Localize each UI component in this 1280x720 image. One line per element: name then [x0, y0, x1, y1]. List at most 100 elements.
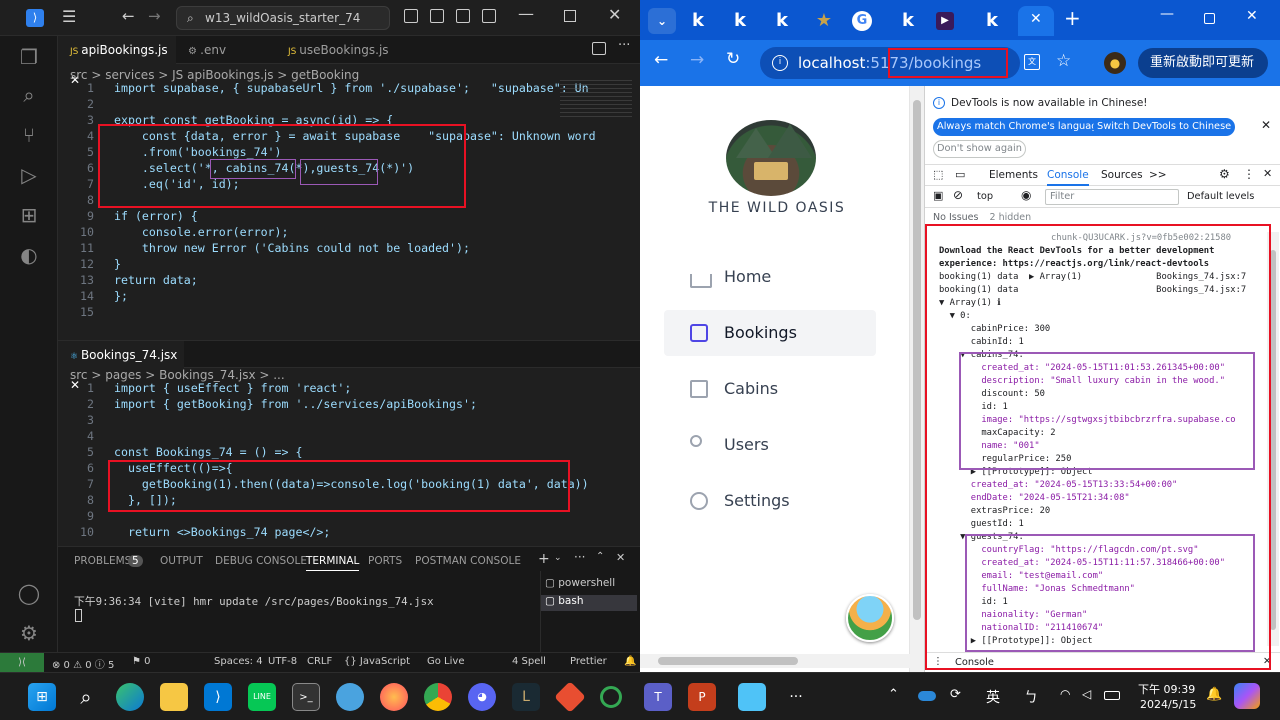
filter-input[interactable]: Filter — [1045, 189, 1179, 205]
search-icon[interactable]: ⌕ — [72, 683, 100, 711]
copilot-icon[interactable] — [1234, 683, 1260, 709]
new-tab-button[interactable]: + — [1064, 6, 1081, 30]
back-arrow-icon[interactable]: ← — [654, 50, 668, 70]
account-icon[interactable]: ◯ — [16, 580, 42, 606]
code-line[interactable]: return data; — [114, 272, 198, 288]
notification-bell-icon[interactable]: 🔔 — [1206, 687, 1222, 702]
site-info-icon[interactable]: i — [772, 55, 788, 71]
wifi-icon[interactable]: ◠ — [1060, 687, 1070, 701]
code-line[interactable]: } — [114, 256, 121, 272]
more-apps-icon[interactable]: ··· — [782, 683, 810, 711]
extensions-icon[interactable]: ⊞ — [16, 202, 42, 228]
tray-app-icon[interactable]: ⟳ — [950, 687, 961, 702]
dont-show-button[interactable]: Don't show again — [933, 140, 1026, 158]
more-tabs[interactable]: >> — [1149, 169, 1167, 181]
problems-status[interactable]: ⊗ 0 ⚠ 0 ⓘ 5 — [52, 656, 114, 671]
maximize-button[interactable] — [1204, 13, 1215, 24]
ime-mode[interactable]: ㄅ — [1024, 687, 1038, 707]
edge-icon[interactable] — [116, 683, 144, 711]
tab-terminal[interactable]: TERMINAL — [306, 555, 360, 571]
tab-search-icon[interactable]: ⌄ — [648, 8, 676, 34]
page-scrollbar[interactable] — [910, 86, 924, 672]
more-vert-icon[interactable]: ⋮ — [1243, 167, 1255, 181]
search-icon[interactable]: ⌕ — [16, 82, 42, 108]
browser-tab[interactable]: k — [684, 8, 712, 34]
nav-bookings[interactable]: Bookings — [664, 310, 876, 356]
hidden-count[interactable]: 2 hidden — [990, 212, 1032, 223]
ports-status[interactable]: ⚑ 0 — [132, 656, 151, 667]
layout-sidebar-icon[interactable] — [404, 9, 418, 23]
match-language-button[interactable]: Always match Chrome's language — [933, 118, 1108, 136]
browser-tab[interactable]: k — [726, 8, 754, 34]
terminal-item-bash[interactable]: ▢ bash — [541, 595, 637, 611]
browser-tab[interactable]: k — [894, 8, 922, 34]
close-icon[interactable]: ✕ — [1030, 11, 1042, 27]
nav-home[interactable]: Home — [664, 254, 876, 300]
settings-gear-icon[interactable]: ⚙ — [1219, 167, 1230, 181]
code-line[interactable]: import { getBooking} from '../services/a… — [114, 396, 477, 412]
code-line[interactable]: }; — [114, 288, 128, 304]
update-button[interactable]: 重新啟動即可更新 ⋮ — [1138, 48, 1268, 100]
explorer-icon[interactable]: ❐ — [16, 44, 42, 70]
chevron-down-icon[interactable]: ⌄ — [554, 553, 562, 563]
code-line[interactable]: const Bookings_74 = () => { — [114, 444, 302, 460]
indentation-status[interactable]: Spaces: 4 — [214, 656, 263, 667]
minimize-button[interactable]: — — [518, 4, 534, 23]
bookmark-star-icon[interactable]: ☆ — [1056, 51, 1071, 71]
browser-tab[interactable]: k — [978, 8, 1006, 34]
tab-postman-console[interactable]: POSTMAN CONSOLE — [415, 555, 521, 567]
league-icon[interactable]: L — [512, 683, 540, 711]
switch-language-button[interactable]: Switch DevTools to Chinese — [1093, 118, 1236, 136]
tab-usebookings[interactable]: JS useBookings.js — [276, 36, 396, 64]
encoding-status[interactable]: UTF-8 — [268, 656, 297, 667]
notifications-icon[interactable]: 🔔 — [624, 656, 636, 667]
tab-env[interactable]: ⚙ .env — [176, 36, 276, 64]
battery-icon[interactable] — [1104, 691, 1120, 700]
more-actions-icon[interactable]: ··· — [574, 550, 585, 564]
tab-console[interactable]: Console — [1047, 169, 1089, 186]
split-editor-icon[interactable] — [592, 42, 606, 55]
nav-cabins[interactable]: Cabins — [664, 366, 876, 412]
code-line[interactable]: return <>Bookings_74 page</>; — [114, 524, 330, 540]
code-line[interactable]: console.error(error); — [114, 224, 289, 240]
minimize-button[interactable]: — — [1160, 6, 1174, 22]
code-line[interactable]: throw new Error ('Cabins could not be lo… — [114, 240, 470, 256]
close-banner-icon[interactable]: ✕ — [1261, 118, 1271, 132]
clock-date[interactable]: 2024/5/15 — [1140, 698, 1196, 711]
remote-icon[interactable]: ◐ — [16, 242, 42, 268]
file-explorer-icon[interactable] — [160, 683, 188, 711]
horizontal-scrollbar[interactable] — [640, 654, 910, 668]
menu-icon[interactable]: ☰ — [62, 7, 76, 26]
volume-icon[interactable]: ◁ — [1082, 687, 1091, 701]
onedrive-icon[interactable] — [918, 691, 936, 701]
nav-settings[interactable]: Settings — [664, 478, 876, 524]
clock-time[interactable]: 下午 09:39 — [1138, 681, 1195, 697]
terminal-item-powershell[interactable]: ▢ powershell — [545, 577, 615, 589]
ime-indicator[interactable]: 英 — [986, 687, 1000, 707]
start-button[interactable]: ⊞ — [28, 683, 56, 711]
tab-apibookings[interactable]: JS apiBookings.js ✕ — [58, 36, 176, 87]
browser-tab[interactable]: ▶ — [936, 12, 954, 30]
layout-panel-icon[interactable] — [430, 9, 444, 23]
forward-arrow-icon[interactable]: → — [148, 7, 161, 25]
layout-secondary-icon[interactable] — [456, 9, 470, 23]
ring-icon[interactable] — [600, 686, 622, 708]
go-live-button[interactable]: Go Live — [427, 656, 464, 667]
prettier-status[interactable]: Prettier — [570, 656, 607, 667]
browser-tab[interactable]: ★ — [810, 8, 838, 34]
tab-ports[interactable]: PORTS — [368, 555, 402, 567]
maximize-panel-icon[interactable]: ⌃ — [596, 551, 604, 562]
tab-problems[interactable]: PROBLEMS — [74, 555, 131, 567]
active-tab[interactable]: ✕ — [1018, 6, 1054, 36]
profile-avatar[interactable]: ● — [1104, 52, 1126, 74]
browser-tab[interactable]: G — [852, 11, 872, 31]
reload-icon[interactable]: ↻ — [726, 49, 740, 69]
close-button[interactable]: ✕ — [1246, 8, 1258, 24]
app-icon[interactable] — [336, 683, 364, 711]
browser-tab[interactable]: k — [768, 8, 796, 34]
code-line[interactable]: if (error) { — [114, 208, 198, 224]
sidebar-toggle-icon[interactable]: ▣ — [933, 189, 943, 202]
remote-indicator[interactable]: ⟩⟨ — [0, 653, 44, 672]
add-terminal-icon[interactable]: + — [538, 551, 550, 567]
context-select[interactable]: top — [977, 191, 993, 202]
